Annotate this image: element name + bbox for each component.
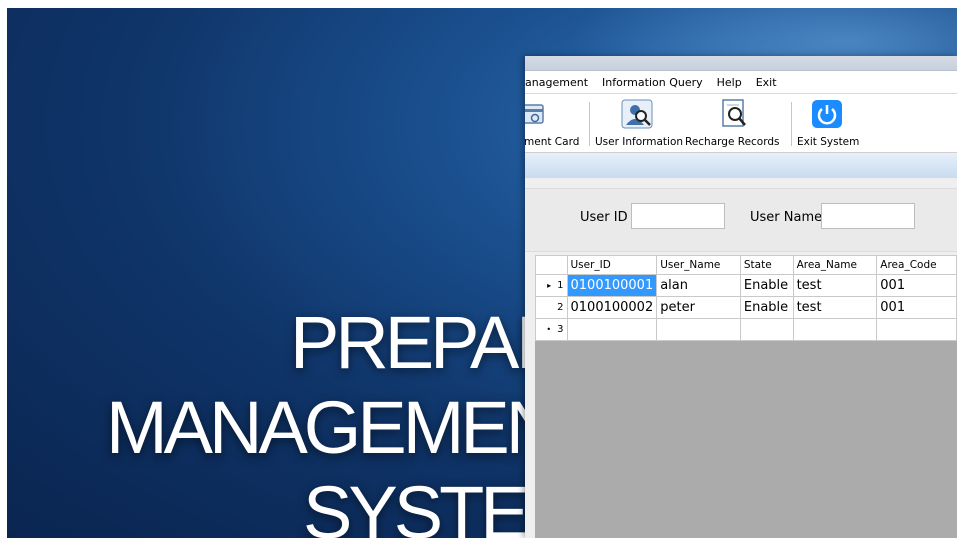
window-titlebar — [525, 56, 957, 71]
table-cell[interactable]: peter — [656, 296, 741, 319]
toolbar-separator — [791, 102, 792, 146]
table-row[interactable]: 2 0100100002 peter Enable test 001 — [535, 296, 957, 319]
table-row[interactable]: ▸ 1 0100100001 alan Enable test 001 — [535, 274, 957, 297]
row-header[interactable]: • 3 — [535, 318, 568, 341]
column-header[interactable]: State — [739, 255, 794, 275]
document-search-icon — [722, 99, 746, 127]
user-id-input[interactable] — [631, 203, 725, 229]
card-icon — [525, 104, 544, 124]
table-cell[interactable]: 001 — [876, 274, 957, 297]
table-cell[interactable]: Enable — [739, 296, 794, 319]
user-information-button[interactable]: User Information — [591, 94, 683, 152]
row-header[interactable]: 2 — [535, 296, 568, 319]
table-cell[interactable]: 0100100001 — [566, 274, 658, 297]
table-cell[interactable] — [566, 318, 658, 341]
table-cell[interactable] — [656, 318, 741, 341]
power-icon — [812, 100, 842, 128]
toolbar-separator — [589, 102, 590, 146]
menu-bar: lanagement Information Query Help Exit — [525, 71, 957, 94]
column-header[interactable]: Area_Code — [876, 255, 957, 275]
recharge-records-button[interactable]: Recharge Records — [685, 94, 789, 152]
user-name-input[interactable] — [821, 203, 915, 229]
column-header[interactable]: Area_Name — [792, 255, 878, 275]
management-card-button[interactable]: ment Card — [525, 94, 585, 152]
current-row-icon: ▸ — [547, 281, 552, 290]
table-cell[interactable]: test — [792, 296, 878, 319]
table-cell[interactable]: Enable — [739, 274, 794, 297]
table-cell[interactable]: 0100100002 — [566, 296, 658, 319]
user-id-label: User ID — [580, 210, 628, 225]
menu-management[interactable]: lanagement — [525, 76, 588, 89]
user-data-grid: User_ID User_Name State Area_Name Area_C… — [535, 255, 957, 538]
column-header[interactable]: User_ID — [566, 255, 658, 275]
table-new-row[interactable]: • 3 — [535, 318, 957, 341]
user-table: User_ID User_Name State Area_Name Area_C… — [535, 255, 957, 341]
row-header[interactable]: ▸ 1 — [535, 274, 568, 297]
new-row-icon: • — [546, 325, 552, 334]
toolbar: ment Card User Information Recharge Reco… — [525, 94, 957, 153]
menu-information-query[interactable]: Information Query — [602, 76, 703, 89]
row-header-corner — [535, 255, 568, 275]
menu-help[interactable]: Help — [717, 76, 742, 89]
table-cell[interactable] — [739, 318, 794, 341]
user-name-label: User Name — [750, 210, 823, 225]
table-cell[interactable] — [876, 318, 957, 341]
table-cell[interactable]: alan — [656, 274, 741, 297]
table-cell[interactable]: test — [792, 274, 878, 297]
app-window: lanagement Information Query Help Exit m… — [525, 56, 957, 538]
search-panel: User ID User Name — [525, 188, 957, 252]
splash-title-line2: MANAGEMENT — [106, 386, 600, 469]
table-cell[interactable] — [792, 318, 878, 341]
menu-exit[interactable]: Exit — [756, 76, 777, 89]
table-cell[interactable]: 001 — [876, 296, 957, 319]
table-header-row: User_ID User_Name State Area_Name Area_C… — [535, 255, 957, 275]
column-header[interactable]: User_Name — [656, 255, 741, 275]
exit-system-button[interactable]: Exit System — [793, 94, 863, 152]
section-header-bar — [525, 153, 957, 178]
user-search-icon — [621, 99, 653, 129]
